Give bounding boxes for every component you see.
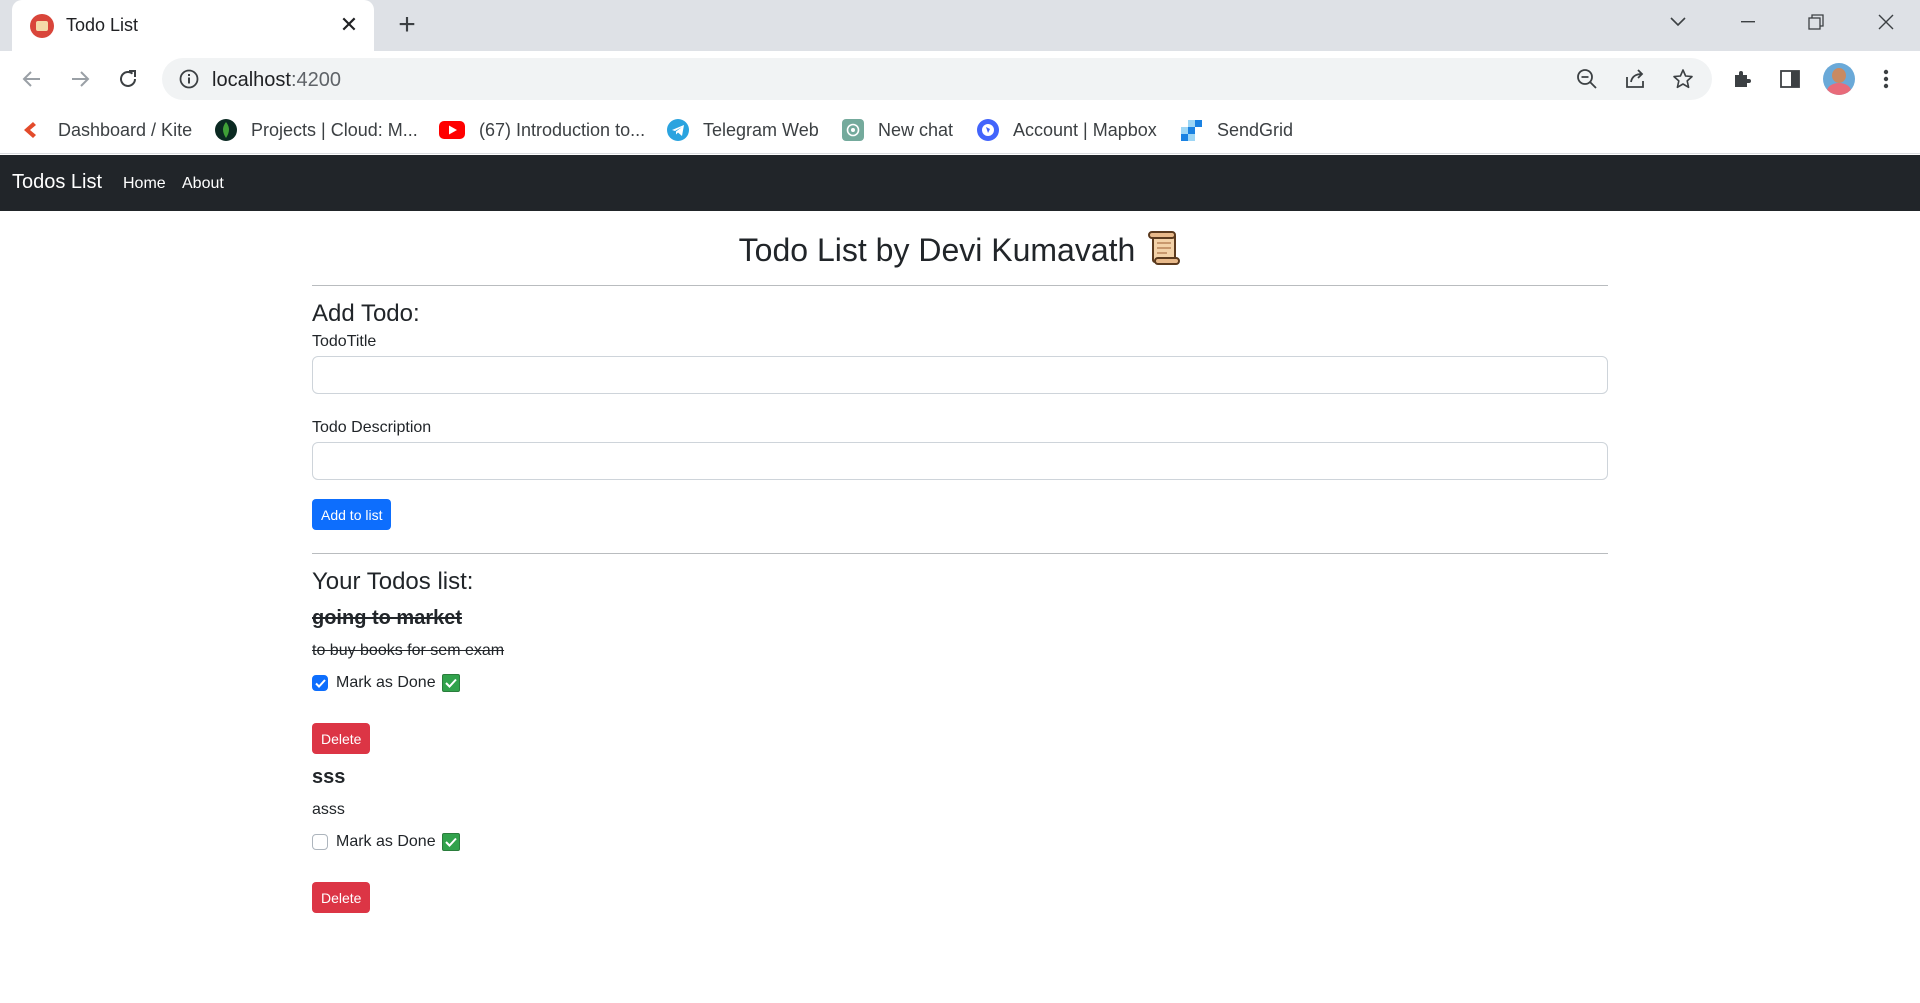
nav-link-home[interactable]: Home bbox=[123, 175, 166, 193]
todo-description: to buy books for sem exam bbox=[312, 642, 505, 659]
openai-icon bbox=[842, 119, 864, 141]
bookmark-item[interactable]: Telegram Web bbox=[667, 116, 819, 144]
nav-link-about[interactable]: About bbox=[182, 175, 224, 193]
tab-search-icon[interactable] bbox=[1648, 0, 1708, 44]
tab-title: Todo List bbox=[66, 15, 139, 35]
extensions-icon[interactable] bbox=[1728, 64, 1758, 94]
bookmark-item[interactable]: Account | Mapbox bbox=[977, 116, 1157, 144]
address-bar[interactable]: localhost:4200 bbox=[162, 58, 1712, 100]
delete-button[interactable]: Delete bbox=[312, 723, 371, 754]
browser-tab[interactable]: Todo List ✕ bbox=[12, 0, 374, 51]
check-mark-icon bbox=[441, 674, 460, 692]
todo-title: going to market bbox=[312, 607, 463, 629]
telegram-icon bbox=[667, 119, 689, 141]
add-to-list-button[interactable]: Add to list bbox=[312, 499, 392, 530]
new-tab-button[interactable]: + bbox=[390, 9, 424, 43]
bookmark-star-icon[interactable] bbox=[1670, 66, 1696, 92]
mongodb-icon bbox=[215, 119, 237, 141]
todo-title: sss bbox=[312, 766, 346, 788]
page-title: Todo List by Devi Kumavath bbox=[312, 230, 1608, 274]
mark-done-checkbox[interactable]: Mark as Done bbox=[312, 833, 460, 851]
bookmark-item[interactable]: Projects | Cloud: M... bbox=[215, 116, 418, 144]
zoom-icon[interactable] bbox=[1574, 66, 1600, 92]
bookmark-item[interactable]: (67) Introduction to... bbox=[439, 116, 645, 144]
back-icon[interactable] bbox=[14, 61, 50, 97]
profile-avatar[interactable] bbox=[1823, 63, 1855, 95]
scroll-icon bbox=[1145, 230, 1181, 274]
divider bbox=[312, 553, 1608, 554]
browser-toolbar: localhost:4200 bbox=[0, 51, 1920, 106]
navbar: Todos List Home About bbox=[0, 155, 1920, 211]
todo-description-label: Todo Description bbox=[312, 419, 432, 436]
check-mark-icon bbox=[441, 833, 460, 851]
reload-icon[interactable] bbox=[110, 61, 146, 97]
checkbox-unchecked[interactable] bbox=[312, 834, 328, 850]
add-todo-heading: Add Todo: bbox=[312, 300, 420, 327]
kite-icon bbox=[22, 119, 44, 141]
bookmark-item[interactable]: SendGrid bbox=[1181, 116, 1293, 144]
site-info-icon[interactable] bbox=[178, 68, 200, 95]
forward-icon[interactable] bbox=[62, 61, 98, 97]
bookmark-item[interactable]: New chat bbox=[842, 116, 953, 144]
divider bbox=[312, 285, 1608, 286]
navbar-brand[interactable]: Todos List bbox=[12, 171, 102, 194]
todos-list-heading: Your Todos list: bbox=[312, 568, 474, 595]
page-viewport: Todos List Home About Todo List by Devi … bbox=[0, 155, 1920, 1003]
restore-button[interactable] bbox=[1786, 0, 1846, 44]
bookmarks-bar: Dashboard / Kite Projects | Cloud: M... … bbox=[0, 106, 1920, 154]
minimize-button[interactable] bbox=[1718, 0, 1778, 44]
share-icon[interactable] bbox=[1622, 66, 1648, 92]
side-panel-icon[interactable] bbox=[1775, 64, 1805, 94]
mark-done-label: Mark as Done bbox=[336, 833, 436, 850]
url-text: localhost:4200 bbox=[212, 69, 341, 91]
close-window-button[interactable] bbox=[1856, 0, 1916, 44]
todo-title-label: TodoTitle bbox=[312, 333, 377, 350]
bookmark-item[interactable]: Dashboard / Kite bbox=[22, 116, 192, 144]
todo-description: asss bbox=[312, 801, 345, 818]
checkbox-checked[interactable] bbox=[312, 675, 328, 691]
sendgrid-icon bbox=[1181, 119, 1203, 141]
tab-close-icon[interactable]: ✕ bbox=[334, 10, 364, 40]
todo-title-input[interactable] bbox=[312, 356, 1608, 394]
mark-done-label: Mark as Done bbox=[336, 674, 436, 691]
youtube-icon bbox=[439, 119, 465, 141]
todo-description-input[interactable] bbox=[312, 442, 1608, 480]
delete-button[interactable]: Delete bbox=[312, 882, 371, 913]
menu-kebab-icon[interactable] bbox=[1871, 64, 1901, 94]
mapbox-icon bbox=[977, 119, 999, 141]
tab-strip: Todo List ✕ + bbox=[0, 0, 1920, 51]
todo-favicon-icon bbox=[30, 14, 54, 38]
mark-done-checkbox[interactable]: Mark as Done bbox=[312, 674, 460, 692]
